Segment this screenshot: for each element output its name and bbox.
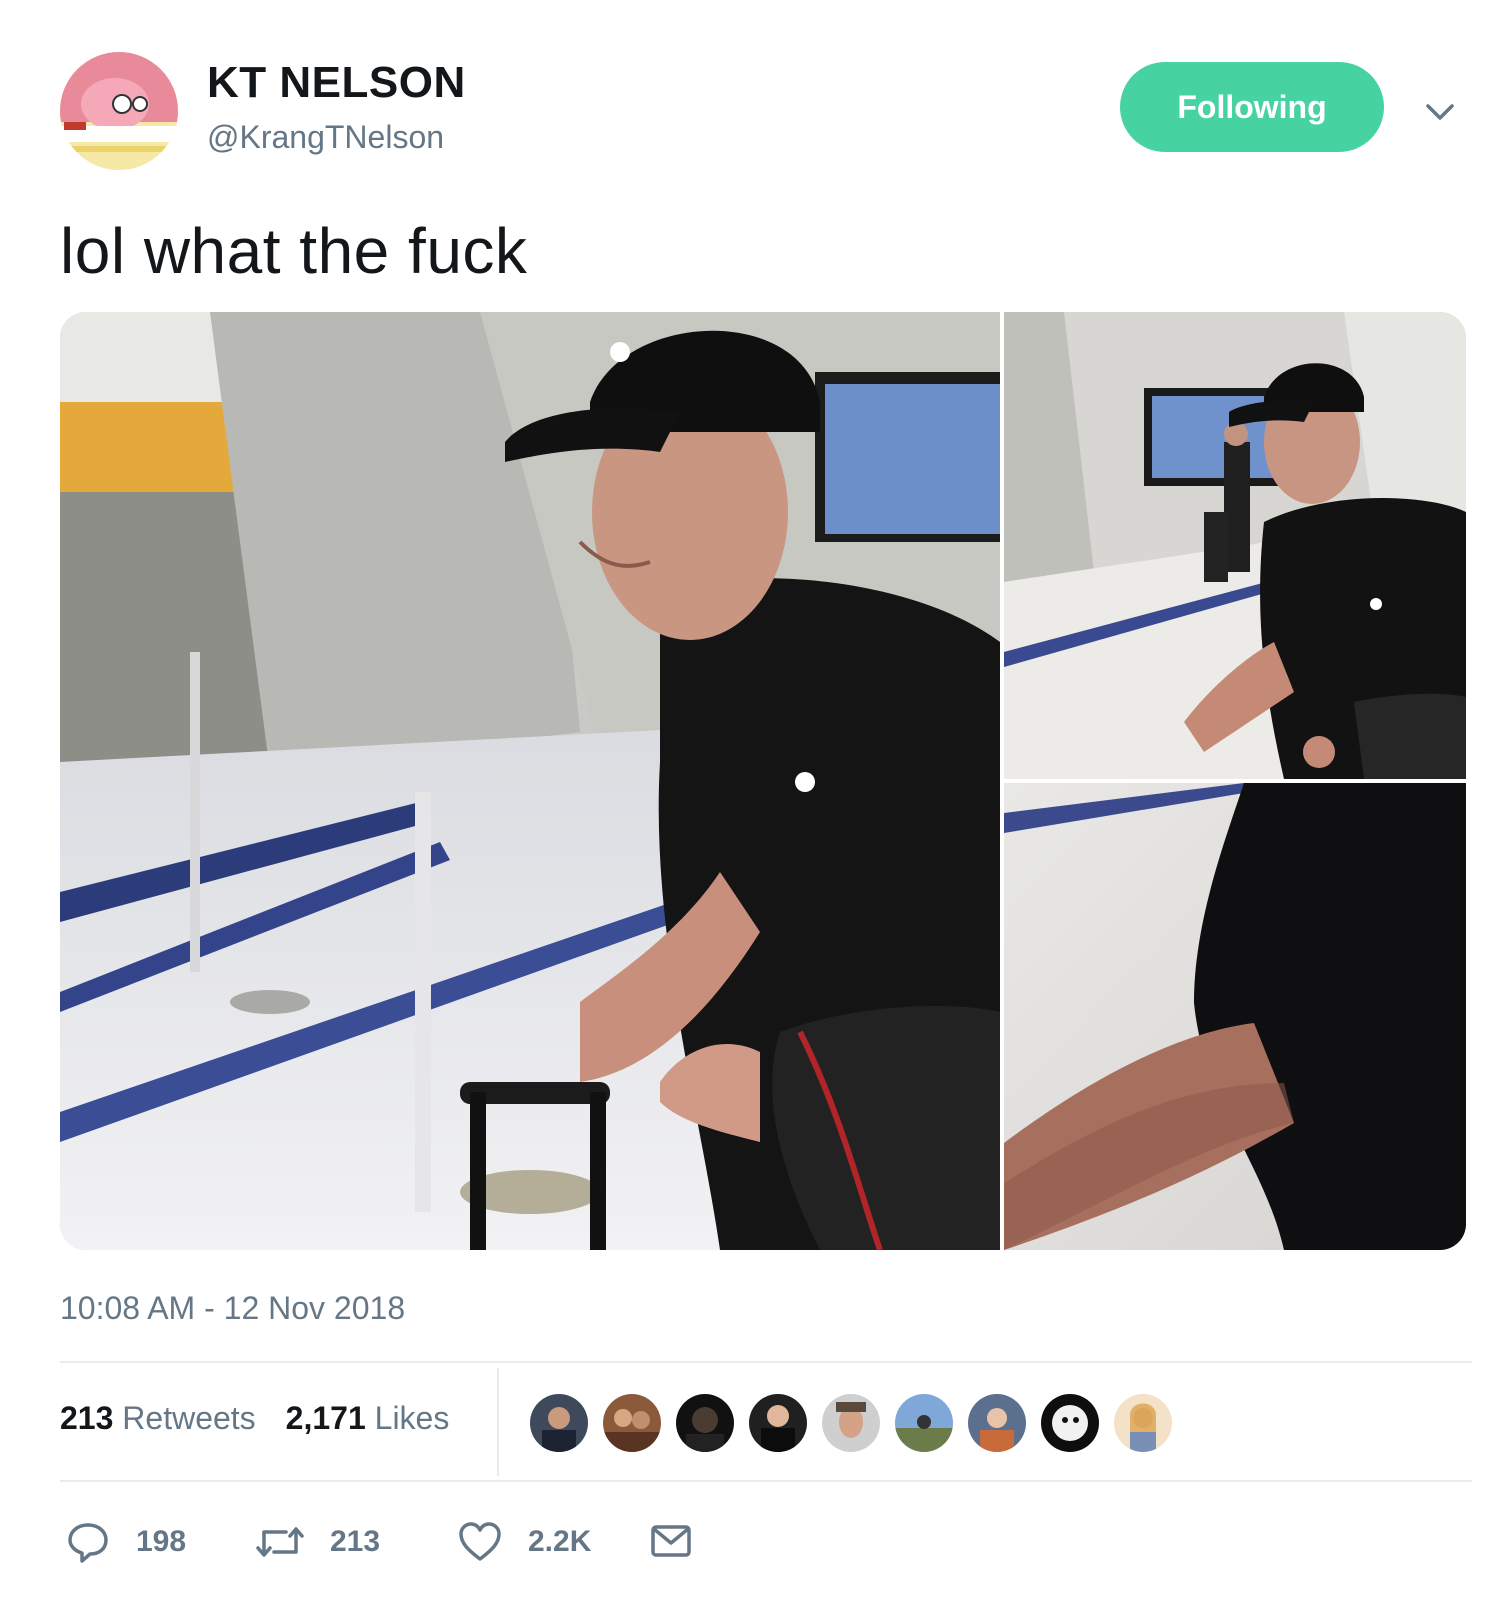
direct-message-button[interactable] xyxy=(650,1520,692,1562)
tweet-text: lol what the fuck xyxy=(60,215,528,287)
reply-button[interactable]: 198 xyxy=(66,1520,186,1564)
liker-avatar[interactable] xyxy=(749,1394,807,1452)
reply-icon xyxy=(66,1520,110,1564)
envelope-icon xyxy=(650,1520,692,1562)
like-button[interactable]: 2.2K xyxy=(458,1520,591,1564)
tweet-photo-3[interactable] xyxy=(1004,783,1466,1250)
liker-avatar[interactable] xyxy=(530,1394,588,1452)
tweet-photo-1[interactable] xyxy=(60,312,1000,1250)
tweet-stats: 213 Retweets 2,171 Likes xyxy=(60,1400,449,1437)
likes-stat[interactable]: 2,171 Likes xyxy=(286,1400,450,1437)
liker-avatar[interactable] xyxy=(676,1394,734,1452)
liker-avatar[interactable] xyxy=(1114,1394,1172,1452)
stats-separator xyxy=(497,1368,499,1476)
likers-avatars xyxy=(530,1394,1172,1452)
like-count: 2.2K xyxy=(528,1525,592,1558)
liker-avatar[interactable] xyxy=(968,1394,1026,1452)
liker-avatar[interactable] xyxy=(895,1394,953,1452)
retweets-stat[interactable]: 213 Retweets xyxy=(60,1400,256,1437)
retweet-icon xyxy=(256,1520,304,1564)
retweets-label: Retweets xyxy=(122,1400,256,1436)
liker-avatar[interactable] xyxy=(603,1394,661,1452)
liker-avatar[interactable] xyxy=(822,1394,880,1452)
liker-avatar[interactable] xyxy=(1041,1394,1099,1452)
author-avatar[interactable] xyxy=(60,52,178,170)
reply-count: 198 xyxy=(136,1525,187,1558)
tweet-media-grid xyxy=(60,312,1466,1250)
likes-label: Likes xyxy=(374,1400,450,1436)
tweet-photo-2[interactable] xyxy=(1004,312,1466,779)
following-button[interactable]: Following xyxy=(1120,62,1384,152)
likes-count: 2,171 xyxy=(285,1400,366,1436)
author-display-name[interactable]: KT NELSON xyxy=(207,58,466,108)
author-handle[interactable]: @KrangTNelson xyxy=(207,119,444,156)
divider xyxy=(60,1361,1472,1363)
retweet-button[interactable]: 213 xyxy=(256,1520,380,1564)
tweet-timestamp[interactable]: 10:08 AM - 12 Nov 2018 xyxy=(60,1290,405,1327)
retweets-count: 213 xyxy=(60,1400,114,1436)
retweet-count: 213 xyxy=(330,1525,381,1558)
heart-icon xyxy=(458,1520,502,1564)
chevron-down-icon[interactable] xyxy=(1420,92,1460,132)
divider xyxy=(60,1480,1472,1482)
